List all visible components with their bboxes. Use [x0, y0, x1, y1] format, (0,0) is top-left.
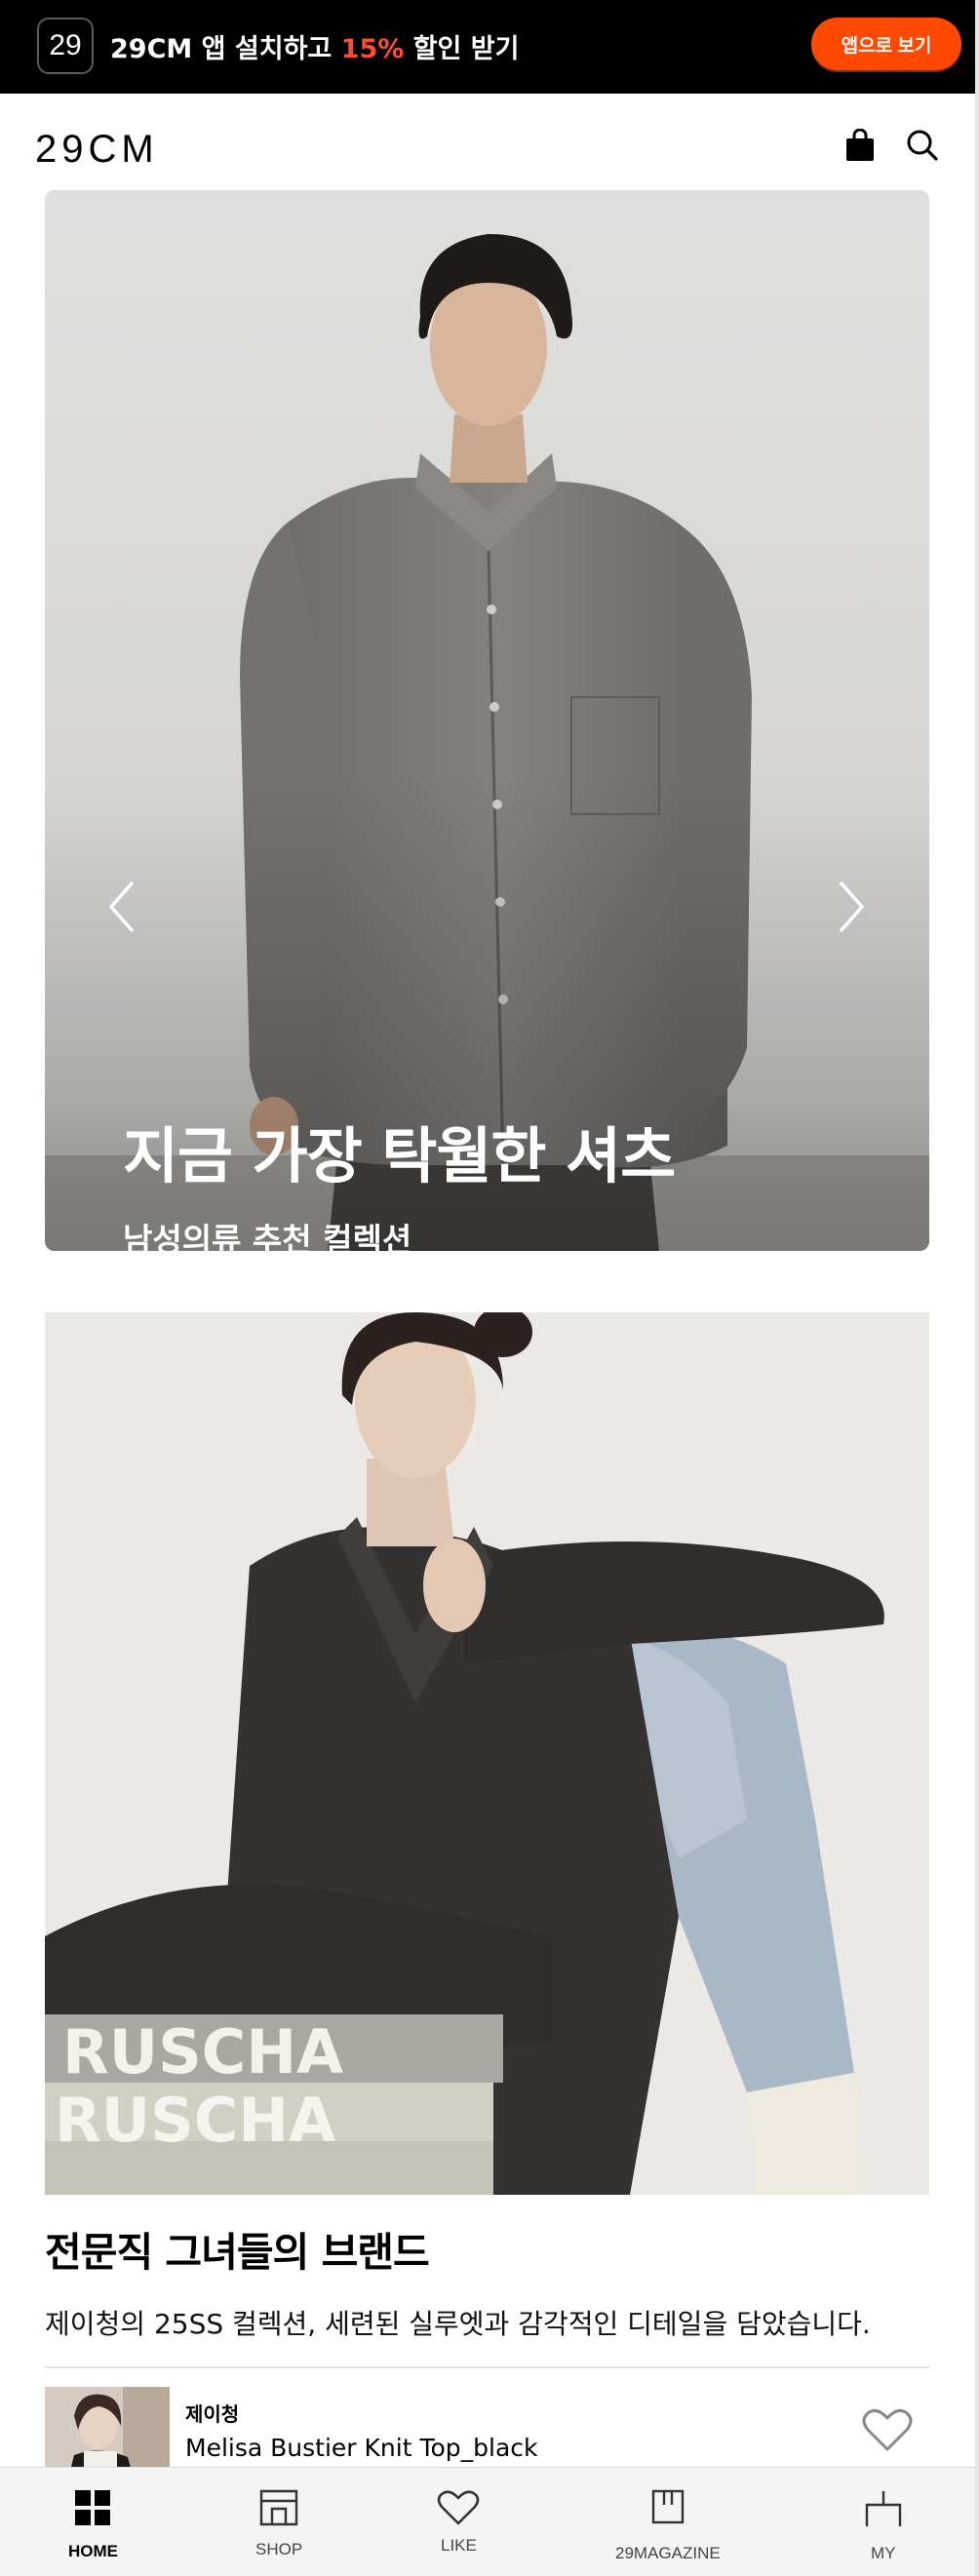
hero-subtitle: 남성의류 추천 컬렉션	[123, 1221, 412, 1251]
product-name[interactable]: Melisa Bustier Knit Top_black	[185, 2434, 538, 2462]
feature-description: 제이청의 25SS 컬렉션, 세련된 실루엣과 감각적인 디테일을 담았습니다.	[45, 2308, 871, 2340]
home-grid-icon	[75, 2490, 110, 2525]
tab-29magazine[interactable]: 29MAGAZINE	[595, 2468, 741, 2576]
bottom-tab-bar: HOME SHOP LIKE 29MAGAZINE MY	[0, 2467, 975, 2576]
tab-home[interactable]: HOME	[41, 2468, 144, 2576]
user-icon	[865, 2491, 902, 2526]
shop-icon	[259, 2489, 298, 2526]
banner-text-after: 할인 받기	[404, 34, 520, 64]
hero-banner-image	[45, 190, 929, 1251]
feature-card-image[interactable]: RUSCHA RUSCHA	[45, 1312, 929, 2195]
open-app-button[interactable]: 앱으로 보기	[811, 18, 961, 70]
tab-label-like: LIKE	[441, 2536, 477, 2555]
chevron-right-icon[interactable]	[831, 878, 870, 936]
hero-title: 지금 가장 탁월한 셔츠	[123, 1120, 676, 1191]
tab-like[interactable]: LIKE	[410, 2468, 507, 2576]
shopping-bag-icon[interactable]	[844, 129, 876, 162]
tab-label-29magazine: 29MAGAZINE	[615, 2544, 721, 2562]
app-install-message: 29CM 앱 설치하고 15% 할인 받기	[110, 27, 519, 65]
chevron-left-icon[interactable]	[103, 878, 142, 936]
magazine-icon	[651, 2489, 685, 2524]
tab-label-home: HOME	[68, 2542, 118, 2560]
book-cover-text: RUSCHA	[55, 2085, 335, 2156]
discount-rate: 15%	[340, 34, 405, 64]
tab-label-shop: SHOP	[255, 2540, 303, 2558]
heart-icon	[437, 2490, 480, 2525]
search-icon[interactable]	[906, 129, 939, 162]
site-header: 29CM	[0, 94, 975, 191]
app-logo-icon: 29	[37, 18, 94, 74]
scrollbar[interactable]	[975, 0, 979, 2576]
product-brand[interactable]: 제이청	[185, 2399, 239, 2427]
book-cover-text: RUSCHA	[62, 2016, 343, 2088]
tab-label-my: MY	[871, 2544, 896, 2562]
divider	[45, 2366, 929, 2368]
hero-carousel[interactable]: 지금 가장 탁월한 셔츠 남성의류 추천 컬렉션 01 · 51	[45, 190, 929, 1251]
tab-my[interactable]: MY	[835, 2468, 932, 2576]
banner-text-before: 29CM 앱 설치하고	[110, 34, 341, 64]
site-logo[interactable]: 29CM	[35, 128, 159, 172]
page: 29 29CM 앱 설치하고 15% 할인 받기 앱으로 보기 29CM 지금 …	[0, 0, 979, 2576]
app-install-banner: 29 29CM 앱 설치하고 15% 할인 받기 앱으로 보기	[0, 0, 979, 94]
feature-title[interactable]: 전문직 그녀들의 브랜드	[45, 2219, 430, 2278]
feature-photo: RUSCHA RUSCHA	[45, 1312, 929, 2195]
tab-shop[interactable]: SHOP	[230, 2468, 328, 2576]
heart-icon[interactable]	[862, 2406, 913, 2453]
